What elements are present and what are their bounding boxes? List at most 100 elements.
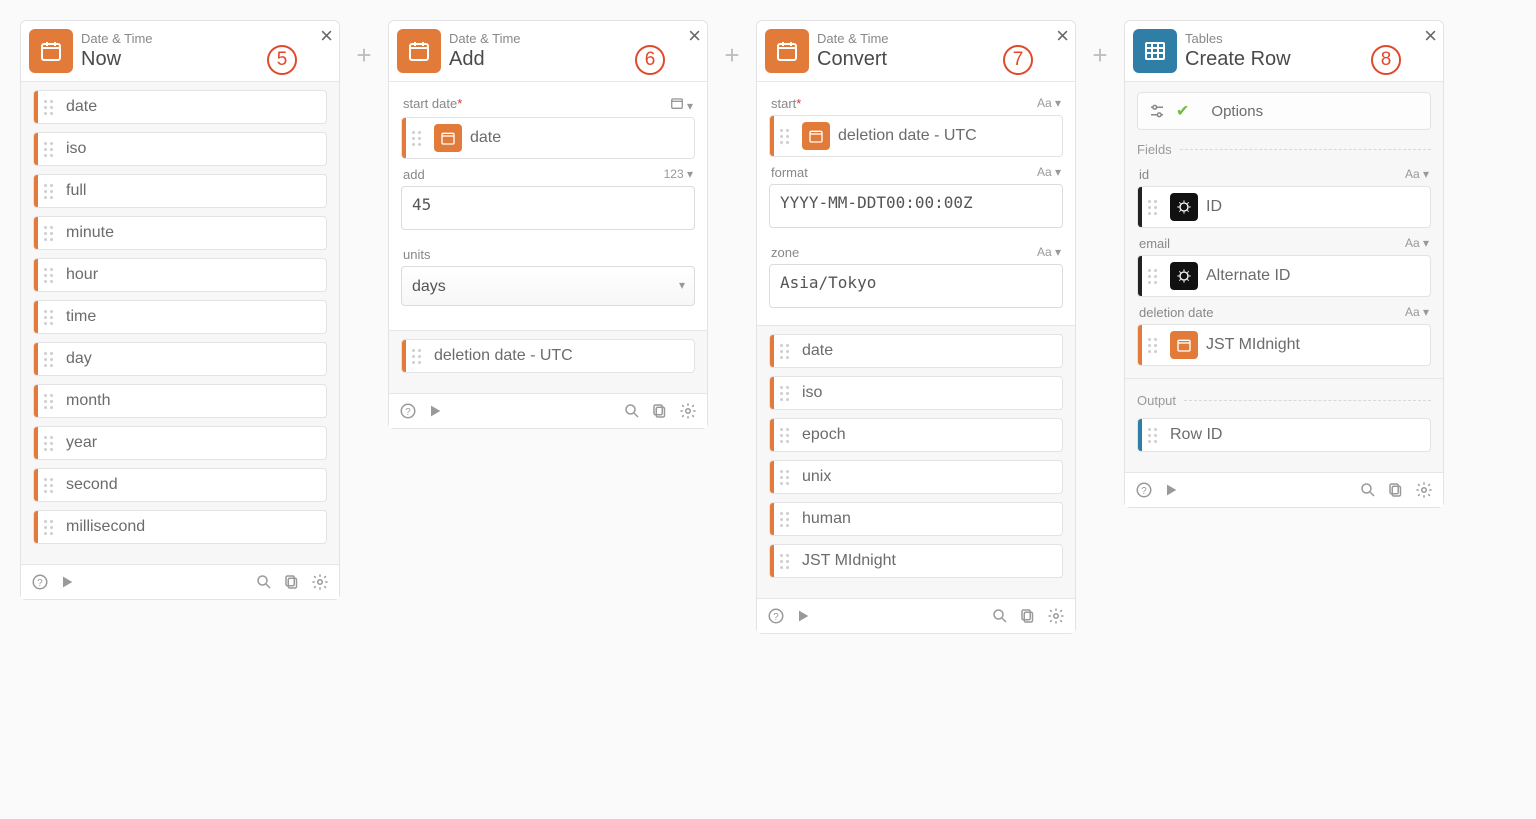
units-select[interactable]: days xyxy=(401,266,695,306)
output-pill[interactable]: unix xyxy=(769,460,1063,494)
output-pill[interactable]: deletion date - UTC xyxy=(401,339,695,373)
table-icon xyxy=(1133,29,1177,73)
field-label-start-date: start date* ▾ xyxy=(403,96,693,113)
card-title: Convert xyxy=(817,47,889,71)
copy-icon[interactable] xyxy=(1387,481,1405,499)
calendar-hint-icon[interactable]: ▾ xyxy=(670,96,693,113)
svg-text:?: ? xyxy=(1141,486,1147,497)
output-pill[interactable]: Row ID xyxy=(1137,418,1431,452)
run-icon[interactable] xyxy=(795,608,811,624)
output-pill[interactable]: iso xyxy=(33,132,327,166)
input-pill-deletion-date[interactable]: JST MIdnight xyxy=(1137,324,1431,366)
output-pill[interactable]: JST MIdnight xyxy=(769,544,1063,578)
help-icon[interactable]: ? xyxy=(399,402,417,420)
output-pill[interactable]: date xyxy=(33,90,327,124)
add-input[interactable]: 45 xyxy=(401,186,695,230)
copy-icon[interactable] xyxy=(1019,607,1037,625)
output-pill[interactable]: second xyxy=(33,468,327,502)
help-icon[interactable]: ? xyxy=(767,607,785,625)
output-pill[interactable]: time xyxy=(33,300,327,334)
type-hint-text[interactable]: Aa ▾ xyxy=(1037,96,1061,111)
pill-label: unix xyxy=(802,468,1054,486)
type-hint-text[interactable]: Aa ▾ xyxy=(1037,165,1061,180)
calendar-icon xyxy=(1170,331,1198,359)
input-pill-start[interactable]: deletion date - UTC xyxy=(769,115,1063,157)
pill-label: Alternate ID xyxy=(1206,267,1422,285)
type-hint-text[interactable]: Aa ▾ xyxy=(1405,167,1429,182)
add-step-button[interactable]: + xyxy=(1076,20,1124,71)
output-pill[interactable]: day xyxy=(33,342,327,376)
pill-label: Row ID xyxy=(1170,426,1422,444)
help-icon[interactable]: ? xyxy=(1135,481,1153,499)
gear-icon[interactable] xyxy=(679,402,697,420)
pill-label: JST MIdnight xyxy=(1206,336,1422,354)
input-pill-start-date[interactable]: date xyxy=(401,117,695,159)
inputs-section: start* Aa ▾ deletion date - UTC format A… xyxy=(757,81,1075,325)
gear-icon[interactable] xyxy=(1047,607,1065,625)
pill-label: date xyxy=(470,129,686,147)
input-pill-email[interactable]: Alternate ID xyxy=(1137,255,1431,297)
copy-icon[interactable] xyxy=(651,402,669,420)
card-header: Date & Time Now 5 × xyxy=(21,21,339,81)
gear-icon[interactable] xyxy=(1415,481,1433,499)
card-category: Date & Time xyxy=(449,31,521,47)
step-badge: 7 xyxy=(1003,45,1033,75)
type-hint-number[interactable]: 123 ▾ xyxy=(664,167,693,182)
inputs-section: start date* ▾ date add 123 ▾ 45 units da… xyxy=(389,81,707,330)
pill-label: iso xyxy=(66,140,318,158)
card-footer: ? xyxy=(757,598,1075,633)
close-icon[interactable]: × xyxy=(688,23,701,49)
card-title: Create Row xyxy=(1185,47,1291,71)
output-pill[interactable]: hour xyxy=(33,258,327,292)
run-icon[interactable] xyxy=(1163,482,1179,498)
type-hint-text[interactable]: Aa ▾ xyxy=(1405,305,1429,320)
add-step-button[interactable]: + xyxy=(340,20,388,71)
format-input[interactable]: YYYY-MM-DDT00:00:00Z xyxy=(769,184,1063,228)
type-hint-text[interactable]: Aa ▾ xyxy=(1405,236,1429,251)
search-icon[interactable] xyxy=(623,402,641,420)
close-icon[interactable]: × xyxy=(1424,23,1437,49)
zone-input[interactable]: Asia/Tokyo xyxy=(769,264,1063,308)
type-hint-text[interactable]: Aa ▾ xyxy=(1037,245,1061,260)
field-label-start: start* Aa ▾ xyxy=(771,96,1061,111)
output-pill[interactable]: epoch xyxy=(769,418,1063,452)
output-pill[interactable]: iso xyxy=(769,376,1063,410)
output-pill[interactable]: date xyxy=(769,334,1063,368)
fields-heading: Fields xyxy=(1137,142,1431,157)
search-icon[interactable] xyxy=(991,607,1009,625)
gear-icon[interactable] xyxy=(311,573,329,591)
output-pill[interactable]: month xyxy=(33,384,327,418)
run-icon[interactable] xyxy=(427,403,443,419)
card-category: Date & Time xyxy=(817,31,889,47)
output-pill[interactable]: millisecond xyxy=(33,510,327,544)
calendar-icon xyxy=(434,124,462,152)
step-badge: 6 xyxy=(635,45,665,75)
outputs-section: deletion date - UTC xyxy=(389,330,707,393)
pill-label: millisecond xyxy=(66,518,318,536)
pill-label: human xyxy=(802,510,1054,528)
card-footer: ? xyxy=(1125,472,1443,507)
input-pill-id[interactable]: ID xyxy=(1137,186,1431,228)
outputs-section: date iso epoch unix human JST MIdnight xyxy=(757,325,1075,598)
options-label: Options xyxy=(1211,103,1263,120)
close-icon[interactable]: × xyxy=(320,23,333,49)
svg-text:?: ? xyxy=(405,407,411,418)
pill-label: deletion date - UTC xyxy=(434,347,686,365)
copy-icon[interactable] xyxy=(283,573,301,591)
output-pill[interactable]: minute xyxy=(33,216,327,250)
run-icon[interactable] xyxy=(59,574,75,590)
options-row[interactable]: ✔ Options xyxy=(1137,92,1431,130)
card-title: Add xyxy=(449,47,521,71)
add-step-button[interactable]: + xyxy=(708,20,756,71)
output-pill[interactable]: full xyxy=(33,174,327,208)
help-icon[interactable]: ? xyxy=(31,573,49,591)
pill-label: full xyxy=(66,182,318,200)
card-header: Date & Time Add 6 × xyxy=(389,21,707,81)
search-icon[interactable] xyxy=(255,573,273,591)
svg-text:?: ? xyxy=(37,578,43,589)
search-icon[interactable] xyxy=(1359,481,1377,499)
output-pill[interactable]: year xyxy=(33,426,327,460)
field-label-add: add 123 ▾ xyxy=(403,167,693,182)
output-pill[interactable]: human xyxy=(769,502,1063,536)
close-icon[interactable]: × xyxy=(1056,23,1069,49)
